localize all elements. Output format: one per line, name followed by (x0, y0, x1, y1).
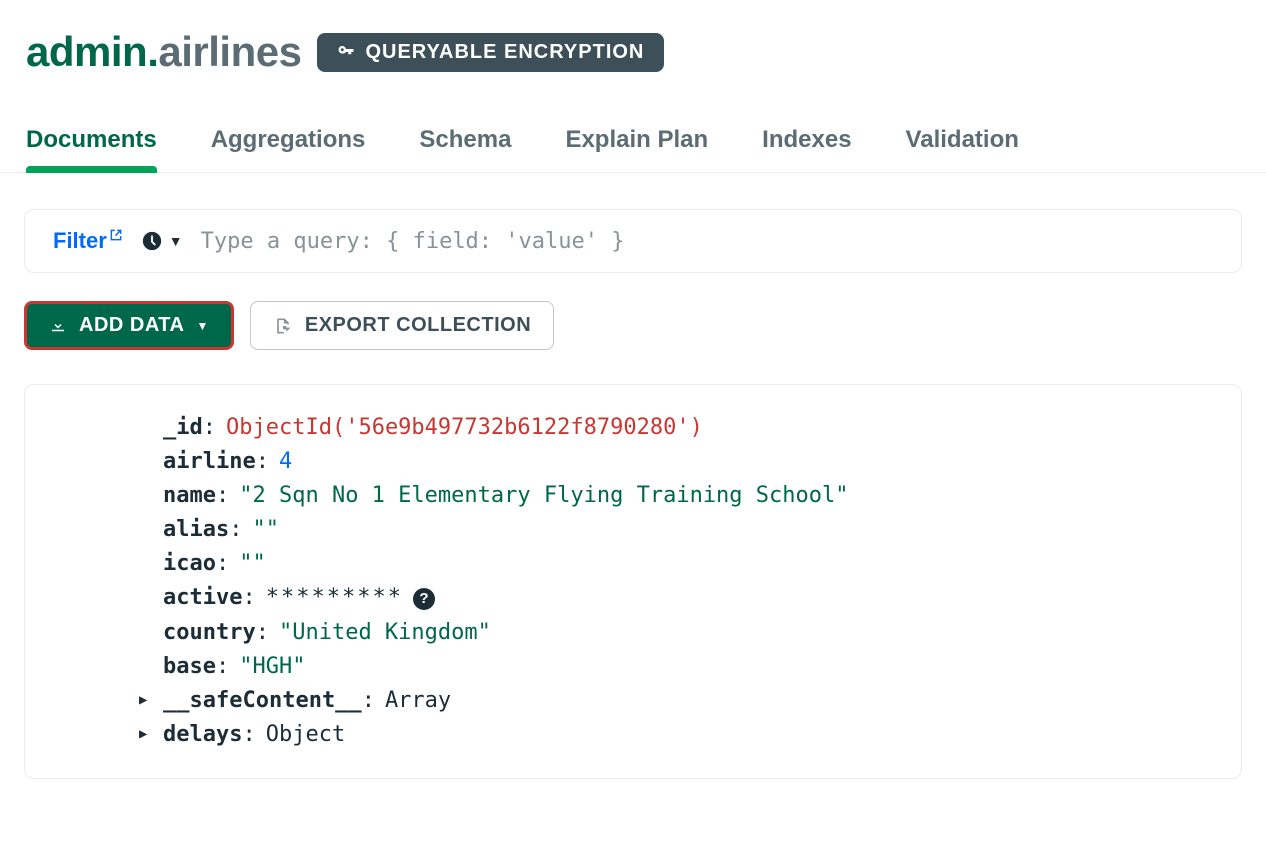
key-icon (337, 43, 355, 61)
filter-link[interactable]: Filter (53, 228, 123, 254)
help-icon[interactable]: ? (413, 588, 435, 610)
field-value-masked: ********* (266, 581, 403, 615)
field-row-base: base: "HGH" (53, 650, 1213, 684)
tab-indexes[interactable]: Indexes (762, 126, 851, 172)
expand-toggle[interactable]: ▶ (139, 690, 147, 712)
documents-toolbar: ADD DATA ▼ EXPORT COLLECTION (0, 273, 1266, 350)
queryable-encryption-badge: QUERYABLE ENCRYPTION (317, 33, 664, 72)
field-row-alias: alias: "" (53, 513, 1213, 547)
external-link-icon (109, 228, 123, 242)
field-value: Array (385, 684, 451, 718)
expand-toggle[interactable]: ▶ (139, 724, 147, 746)
document-card: _id: ObjectId('56e9b497732b6122f8790280'… (24, 384, 1242, 779)
field-value: 4 (279, 445, 292, 479)
caret-down-icon: ▼ (196, 319, 208, 333)
db-name: admin (26, 28, 147, 75)
query-history-button[interactable]: ▼ (141, 230, 183, 252)
add-data-button[interactable]: ADD DATA ▼ (24, 301, 234, 350)
field-value: "United Kingdom" (279, 616, 491, 650)
field-value: Object (266, 718, 345, 752)
chevron-down-icon: ▼ (169, 233, 183, 249)
namespace-title: admin.airlines (26, 28, 301, 76)
field-row-id: _id: ObjectId('56e9b497732b6122f8790280'… (53, 411, 1213, 445)
field-value: ObjectId('56e9b497732b6122f8790280') (226, 411, 703, 445)
tab-aggregations[interactable]: Aggregations (211, 126, 366, 172)
field-row-safecontent: ▶ __safeContent__: Array (53, 684, 1213, 718)
collection-header: admin.airlines QUERYABLE ENCRYPTION (0, 0, 1266, 76)
download-icon (49, 317, 67, 335)
field-row-icao: icao: "" (53, 547, 1213, 581)
field-value: "" (252, 513, 279, 547)
field-row-country: country: "United Kingdom" (53, 616, 1213, 650)
field-row-active: active: ********* ? (53, 581, 1213, 615)
field-value: "" (239, 547, 266, 581)
field-row-delays: ▶ delays: Object (53, 718, 1213, 752)
tab-documents[interactable]: Documents (26, 126, 157, 172)
encryption-badge-label: QUERYABLE ENCRYPTION (365, 41, 644, 64)
field-value: "HGH" (239, 650, 305, 684)
export-collection-button[interactable]: EXPORT COLLECTION (250, 301, 554, 350)
field-row-name: name: "2 Sqn No 1 Elementary Flying Trai… (53, 479, 1213, 513)
clock-icon (141, 230, 163, 252)
field-row-airline: airline: 4 (53, 445, 1213, 479)
export-icon (273, 316, 293, 336)
collection-name: airlines (158, 28, 301, 75)
tab-schema[interactable]: Schema (419, 126, 511, 172)
query-input[interactable] (201, 229, 1213, 254)
filter-bar: Filter ▼ (24, 209, 1242, 273)
tab-explain-plan[interactable]: Explain Plan (565, 126, 708, 172)
collection-tabs: Documents Aggregations Schema Explain Pl… (0, 76, 1266, 173)
tab-validation[interactable]: Validation (906, 126, 1019, 172)
field-value: "2 Sqn No 1 Elementary Flying Training S… (239, 479, 848, 513)
